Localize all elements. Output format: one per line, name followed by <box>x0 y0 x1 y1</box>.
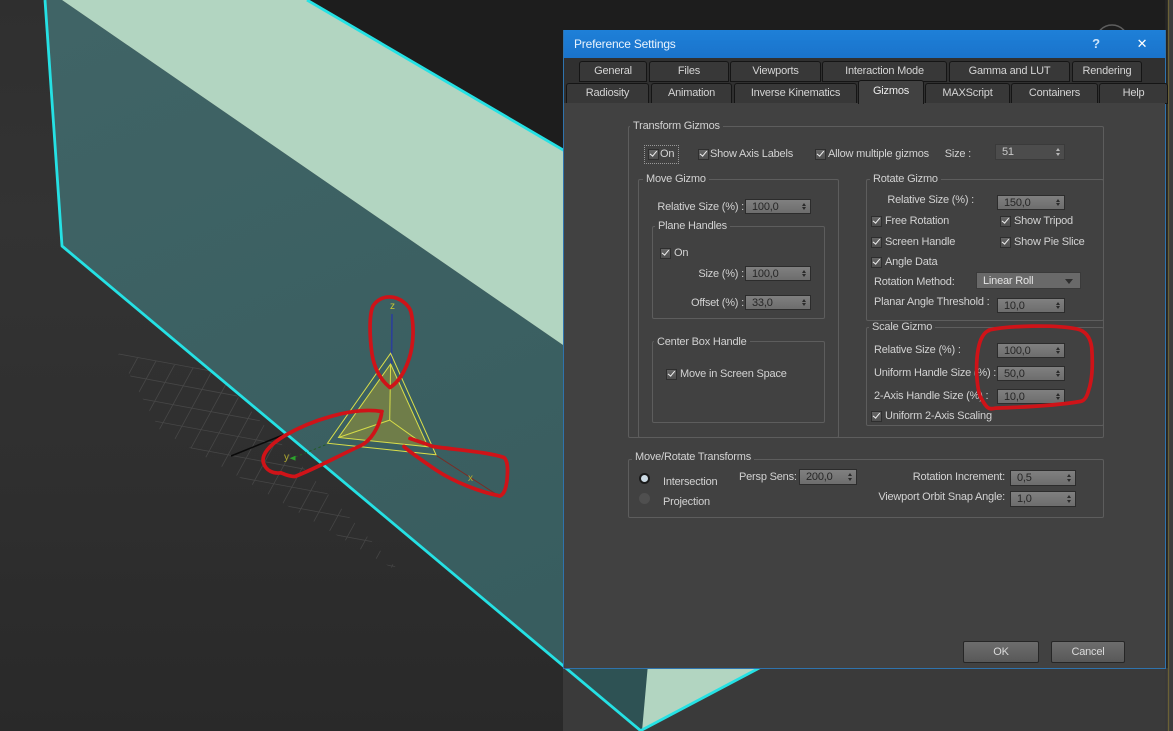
svg-text:x: x <box>468 473 473 484</box>
svg-text:y: y <box>284 452 289 463</box>
svg-text:z: z <box>390 301 395 312</box>
